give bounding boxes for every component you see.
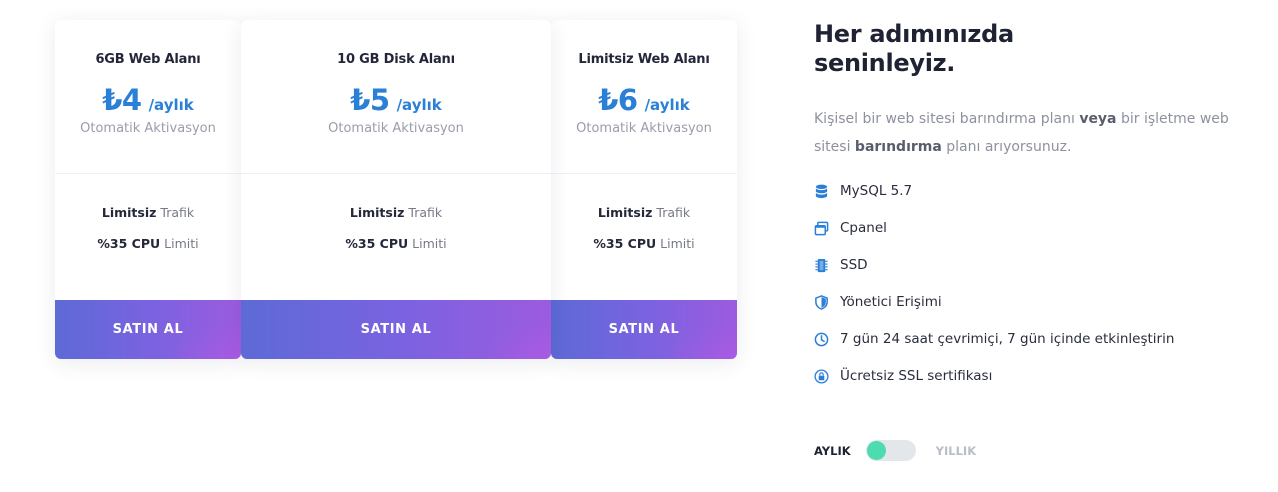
clock-icon (814, 332, 829, 347)
yearly-label[interactable]: YILLIK (936, 444, 976, 458)
feature-text: Trafik (652, 205, 691, 220)
plan-feature-traffic: Limitsiz Trafik (241, 205, 551, 236)
desc-text: Kişisel bir web sitesi barındırma planı (814, 111, 1080, 127)
card-header: Limitsiz Web Alanı ₺6 /aylık Otomatik Ak… (551, 20, 737, 174)
feature-item-ssd: SSD (814, 255, 1254, 276)
plan-features: Limitsiz Trafik %35 CPU Limiti (551, 174, 737, 300)
feature-list: MySQL 5.7 Cpanel SSD Yönetici Erişimi 7 … (814, 181, 1254, 387)
price-row: ₺5 /aylık (241, 83, 551, 117)
price-row: ₺4 /aylık (55, 83, 241, 117)
plan-title: 6GB Web Alanı (95, 52, 201, 67)
feature-bold: Limitsiz (597, 205, 653, 220)
feature-text: Trafik (404, 205, 443, 220)
feature-label: MySQL 5.7 (840, 183, 913, 199)
plan-activation: Otomatik Aktivasyon (576, 121, 712, 136)
monthly-label[interactable]: AYLIK (814, 444, 851, 458)
feature-bold: %35 CPU (345, 236, 409, 251)
feature-bold: Limitsiz (349, 205, 405, 220)
feature-label: 7 gün 24 saat çevrimiçi, 7 gün içinde et… (840, 331, 1175, 347)
plan-features: Limitsiz Trafik %35 CPU Limiti (241, 174, 551, 300)
feature-bold: %35 CPU (593, 236, 657, 251)
card-header: 6GB Web Alanı ₺4 /aylık Otomatik Aktivas… (55, 20, 241, 174)
plan-period: /aylık (148, 96, 194, 114)
heading-line-1: Her adımınızda (814, 20, 1014, 48)
billing-switch[interactable] (865, 440, 916, 461)
plan-price: ₺5 (350, 83, 390, 117)
feature-bold: Limitsiz (101, 205, 157, 220)
feature-text: Limiti (408, 236, 447, 251)
feature-item-cpanel: Cpanel (814, 218, 1254, 239)
plan-title: Limitsiz Web Alanı (578, 52, 710, 67)
plan-activation: Otomatik Aktivasyon (328, 121, 464, 136)
windows-icon (814, 221, 829, 236)
switch-knob (866, 441, 886, 460)
billing-toggle: AYLIK YILLIK (814, 440, 976, 461)
feature-label: Yönetici Erişimi (840, 294, 942, 310)
memory-chip-icon (815, 258, 828, 273)
buy-button[interactable]: SATIN AL (241, 300, 551, 359)
plan-period: /aylık (644, 96, 690, 114)
feature-text: Limiti (160, 236, 199, 251)
feature-label: SSD (840, 257, 868, 273)
database-icon (815, 184, 828, 199)
plan-price: ₺4 (102, 83, 142, 117)
lock-icon (814, 369, 829, 384)
feature-text: Limiti (656, 236, 695, 251)
pricing-card: Limitsiz Web Alanı ₺6 /aylık Otomatik Ak… (551, 20, 737, 359)
pricing-card: 6GB Web Alanı ₺4 /aylık Otomatik Aktivas… (55, 20, 241, 359)
info-section: Her adımınızda seninleyiz. Kişisel bir w… (814, 20, 1254, 403)
feature-item-uptime: 7 gün 24 saat çevrimiçi, 7 gün içinde et… (814, 329, 1254, 350)
pricing-card: 10 GB Disk Alanı ₺5 /aylık Otomatik Akti… (241, 20, 551, 359)
feature-label: Ücretsiz SSL sertifikası (840, 368, 993, 384)
desc-text: planı arıyorsunuz. (941, 139, 1072, 155)
shield-icon (815, 295, 828, 310)
plan-feature-cpu: %35 CPU Limiti (551, 236, 737, 267)
card-header: 10 GB Disk Alanı ₺5 /aylık Otomatik Akti… (241, 20, 551, 174)
plan-title: 10 GB Disk Alanı (337, 52, 455, 67)
heading-line-2: seninleyiz. (814, 49, 956, 77)
desc-bold: barındırma (854, 139, 942, 155)
plan-price: ₺6 (598, 83, 638, 117)
feature-bold: %35 CPU (97, 236, 161, 251)
buy-button[interactable]: SATIN AL (55, 300, 241, 359)
plan-features: Limitsiz Trafik %35 CPU Limiti (55, 174, 241, 300)
price-row: ₺6 /aylık (551, 83, 737, 117)
desc-bold: veya (1079, 111, 1117, 127)
feature-item-mysql: MySQL 5.7 (814, 181, 1254, 202)
section-description: Kişisel bir web sitesi barındırma planı … (814, 105, 1254, 161)
feature-label: Cpanel (840, 220, 887, 236)
feature-item-admin: Yönetici Erişimi (814, 292, 1254, 313)
buy-button[interactable]: SATIN AL (551, 300, 737, 359)
section-heading: Her adımınızda seninleyiz. (814, 20, 1254, 78)
plan-activation: Otomatik Aktivasyon (80, 121, 216, 136)
plan-feature-traffic: Limitsiz Trafik (551, 205, 737, 236)
feature-text: Trafik (156, 205, 195, 220)
plan-feature-cpu: %35 CPU Limiti (241, 236, 551, 267)
plan-feature-traffic: Limitsiz Trafik (55, 205, 241, 236)
plan-feature-cpu: %35 CPU Limiti (55, 236, 241, 267)
plan-period: /aylık (396, 96, 442, 114)
feature-item-ssl: Ücretsiz SSL sertifikası (814, 366, 1254, 387)
